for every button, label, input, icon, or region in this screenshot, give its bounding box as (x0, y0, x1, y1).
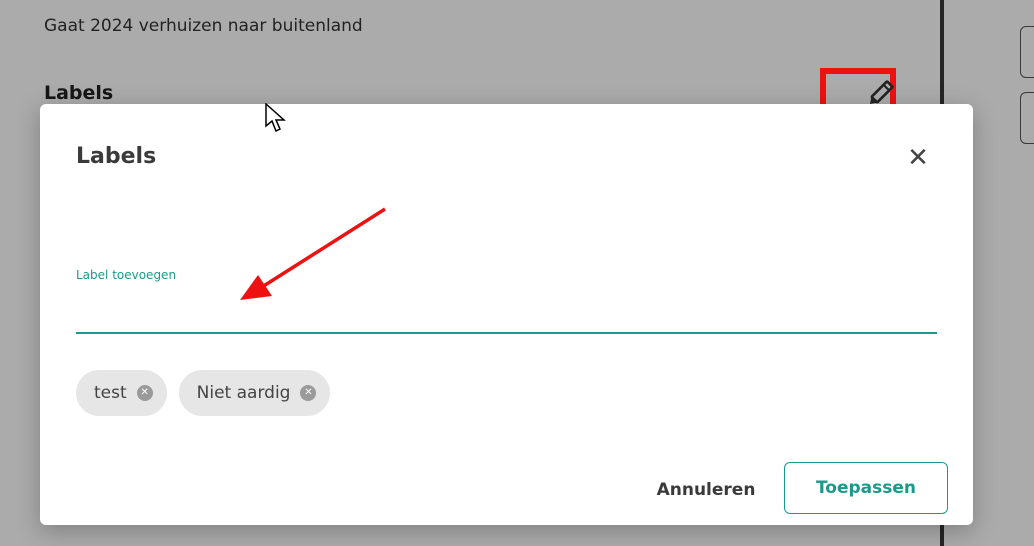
chip-remove-icon[interactable]: ✕ (300, 385, 317, 401)
chip-label: Niet aardig (196, 383, 291, 403)
add-label-input[interactable] (76, 292, 937, 334)
label-chip[interactable]: Niet aardig ✕ (178, 370, 331, 416)
cancel-button[interactable]: Annuleren (636, 468, 776, 512)
chip-label: test (94, 383, 127, 403)
add-label-field-label: Label toevoegen (76, 268, 177, 282)
label-chip[interactable]: test ✕ (76, 370, 167, 416)
label-chip-list: test ✕ Niet aardig ✕ (76, 370, 331, 416)
labels-dialog: Labels ✕ Label toevoegen test ✕ Niet aar… (40, 104, 973, 525)
apply-button[interactable]: Toepassen (784, 462, 948, 514)
pencil-icon-highlighted[interactable] (862, 74, 898, 114)
chip-remove-icon[interactable]: ✕ (136, 385, 153, 401)
dialog-title: Labels (76, 144, 157, 169)
close-icon[interactable]: ✕ (904, 144, 932, 172)
